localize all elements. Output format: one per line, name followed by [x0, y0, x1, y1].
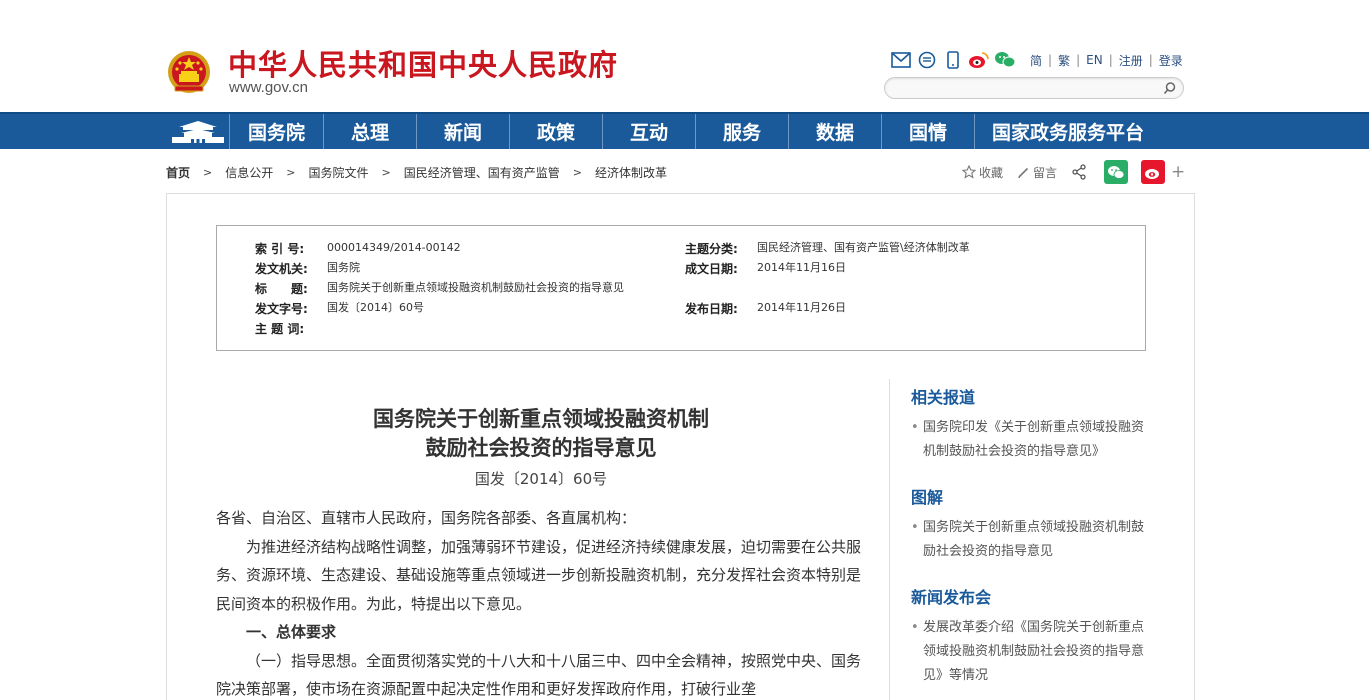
traditional-link[interactable]: 繁: [1052, 52, 1076, 69]
site-title[interactable]: 中华人民共和国中央人民政府: [228, 42, 618, 84]
breadcrumb: 首页 > 信息公开 > 国务院文件 > 国民经济管理、国有资产监管 > 经济体制…: [166, 163, 667, 181]
site-header: 中华人民共和国中央人民政府 www.gov.cn 简 | 繁 | EN | 注册 | 登…: [0, 0, 1369, 112]
content-panel: 索 引 号: 000014349/2014-00142 主题分类: 国民经济管理…: [166, 193, 1195, 700]
sidebar-divider: [889, 379, 890, 700]
weibo-share-icon[interactable]: [1141, 160, 1166, 184]
paragraph: 为推进经济结构战略性调整，加强薄弱环节建设，促进经济持续健康发展，迫切需要在公共…: [216, 537, 862, 613]
weibo-icon[interactable]: [968, 50, 990, 70]
nav-item-interaction[interactable]: 互动: [603, 114, 696, 149]
document-number: 国发〔2014〕60号: [327, 301, 424, 314]
topic-category: 国民经济管理、国有资产监管\经济体制改革: [757, 241, 970, 254]
document-title: 国务院关于创新重点领域投融资机制鼓励社会投资的指导意见: [327, 281, 624, 294]
section-heading: 一、总体要求: [246, 623, 337, 641]
article-body: 各省、自治区、直辖市人民政府，国务院各部委、各直属机构： 为推进经济结构战略性调…: [216, 504, 861, 700]
search-box: [884, 77, 1184, 99]
nav-item-news[interactable]: 新闻: [417, 114, 510, 149]
paragraph: （一）指导思想。全面贯彻落实党的十八大和十八届三中、四中全会精神，按照党中央、国…: [216, 651, 862, 699]
issuing-authority: 国务院: [327, 261, 360, 274]
graphics-heading[interactable]: 图解: [911, 484, 1151, 508]
press-conference-heading[interactable]: 新闻发布会: [911, 584, 1151, 608]
chevron-right-icon: >: [203, 165, 213, 179]
language-links: 简 | 繁 | EN | 注册 | 登录: [1024, 52, 1189, 69]
published-date: 2014年11月26日: [757, 301, 846, 314]
article-document-number: 国发〔2014〕60号: [474, 470, 608, 488]
breadcrumb-reform[interactable]: 经济体制改革: [595, 164, 667, 181]
breadcrumb-economy[interactable]: 国民经济管理、国有资产监管: [404, 164, 560, 181]
chevron-right-icon: >: [286, 165, 296, 179]
list-item[interactable]: 国务院关于创新重点领域投融资机制鼓励社会投资的指导意见: [911, 516, 1151, 564]
chevron-right-icon: >: [381, 165, 391, 179]
index-number: 000014349/2014-00142: [327, 241, 461, 254]
wechat-icon[interactable]: [994, 50, 1016, 70]
favorite-button[interactable]: 收藏: [962, 164, 1003, 181]
breadcrumb-state-docs[interactable]: 国务院文件: [308, 164, 368, 181]
related-reports-heading[interactable]: 相关报道: [911, 384, 1151, 408]
mail-icon[interactable]: [890, 50, 912, 70]
nav-item-service-platform[interactable]: 国家政务服务平台: [975, 114, 1161, 149]
register-link[interactable]: 注册: [1113, 52, 1149, 69]
search-icon[interactable]: [1163, 81, 1177, 95]
share-bar: 收藏 留言 +: [962, 160, 1185, 184]
message-icon[interactable]: [916, 50, 938, 70]
related-sidebar: 相关报道 国务院印发《关于创新重点领域投融资机制鼓励社会投资的指导意见》 图解 …: [911, 384, 1151, 700]
mobile-icon[interactable]: [942, 50, 964, 70]
nav-item-state-council[interactable]: 国务院: [230, 114, 324, 149]
more-share-button[interactable]: +: [1171, 162, 1185, 182]
main-nav: 国务院 总理 新闻 政策 互动 服务 数据 国情 国家政务服务平台: [0, 112, 1369, 149]
pencil-icon: [1018, 167, 1029, 178]
breadcrumb-info-public[interactable]: 信息公开: [225, 164, 273, 181]
breadcrumb-home[interactable]: 首页: [166, 164, 190, 181]
created-date: 2014年11月16日: [757, 261, 846, 274]
comment-button[interactable]: 留言: [1017, 164, 1057, 181]
search-input[interactable]: [895, 78, 1165, 98]
tiananmen-icon[interactable]: [166, 114, 230, 149]
document-metadata: 索 引 号: 000014349/2014-00142 主题分类: 国民经济管理…: [216, 225, 1146, 351]
star-icon: [962, 165, 976, 179]
list-item[interactable]: 发展改革委介绍《国务院关于创新重点领域投融资机制鼓励社会投资的指导意见》等情况: [911, 616, 1151, 688]
nav-item-data[interactable]: 数据: [789, 114, 882, 149]
share-icon[interactable]: [1071, 164, 1090, 180]
salutation: 各省、自治区、直辖市人民政府，国务院各部委、各直属机构：: [216, 509, 637, 527]
list-item[interactable]: 国务院印发《关于创新重点领域投融资机制鼓励社会投资的指导意见》: [911, 416, 1151, 464]
login-link[interactable]: 登录: [1153, 52, 1189, 69]
site-url: www.gov.cn: [229, 79, 308, 96]
chevron-right-icon: >: [572, 165, 582, 179]
top-toolbar: 简 | 繁 | EN | 注册 | 登录: [890, 49, 1189, 71]
nav-item-national-info[interactable]: 国情: [882, 114, 975, 149]
nav-item-services[interactable]: 服务: [696, 114, 789, 149]
nav-item-policy[interactable]: 政策: [510, 114, 603, 149]
national-emblem-icon[interactable]: [166, 48, 212, 98]
simplified-link[interactable]: 简: [1024, 52, 1048, 69]
english-link[interactable]: EN: [1080, 53, 1109, 67]
wechat-share-icon[interactable]: [1104, 160, 1129, 184]
nav-item-premier[interactable]: 总理: [324, 114, 417, 149]
article-title: 国务院关于创新重点领域投融资机制 鼓励社会投资的指导意见: [373, 406, 709, 460]
